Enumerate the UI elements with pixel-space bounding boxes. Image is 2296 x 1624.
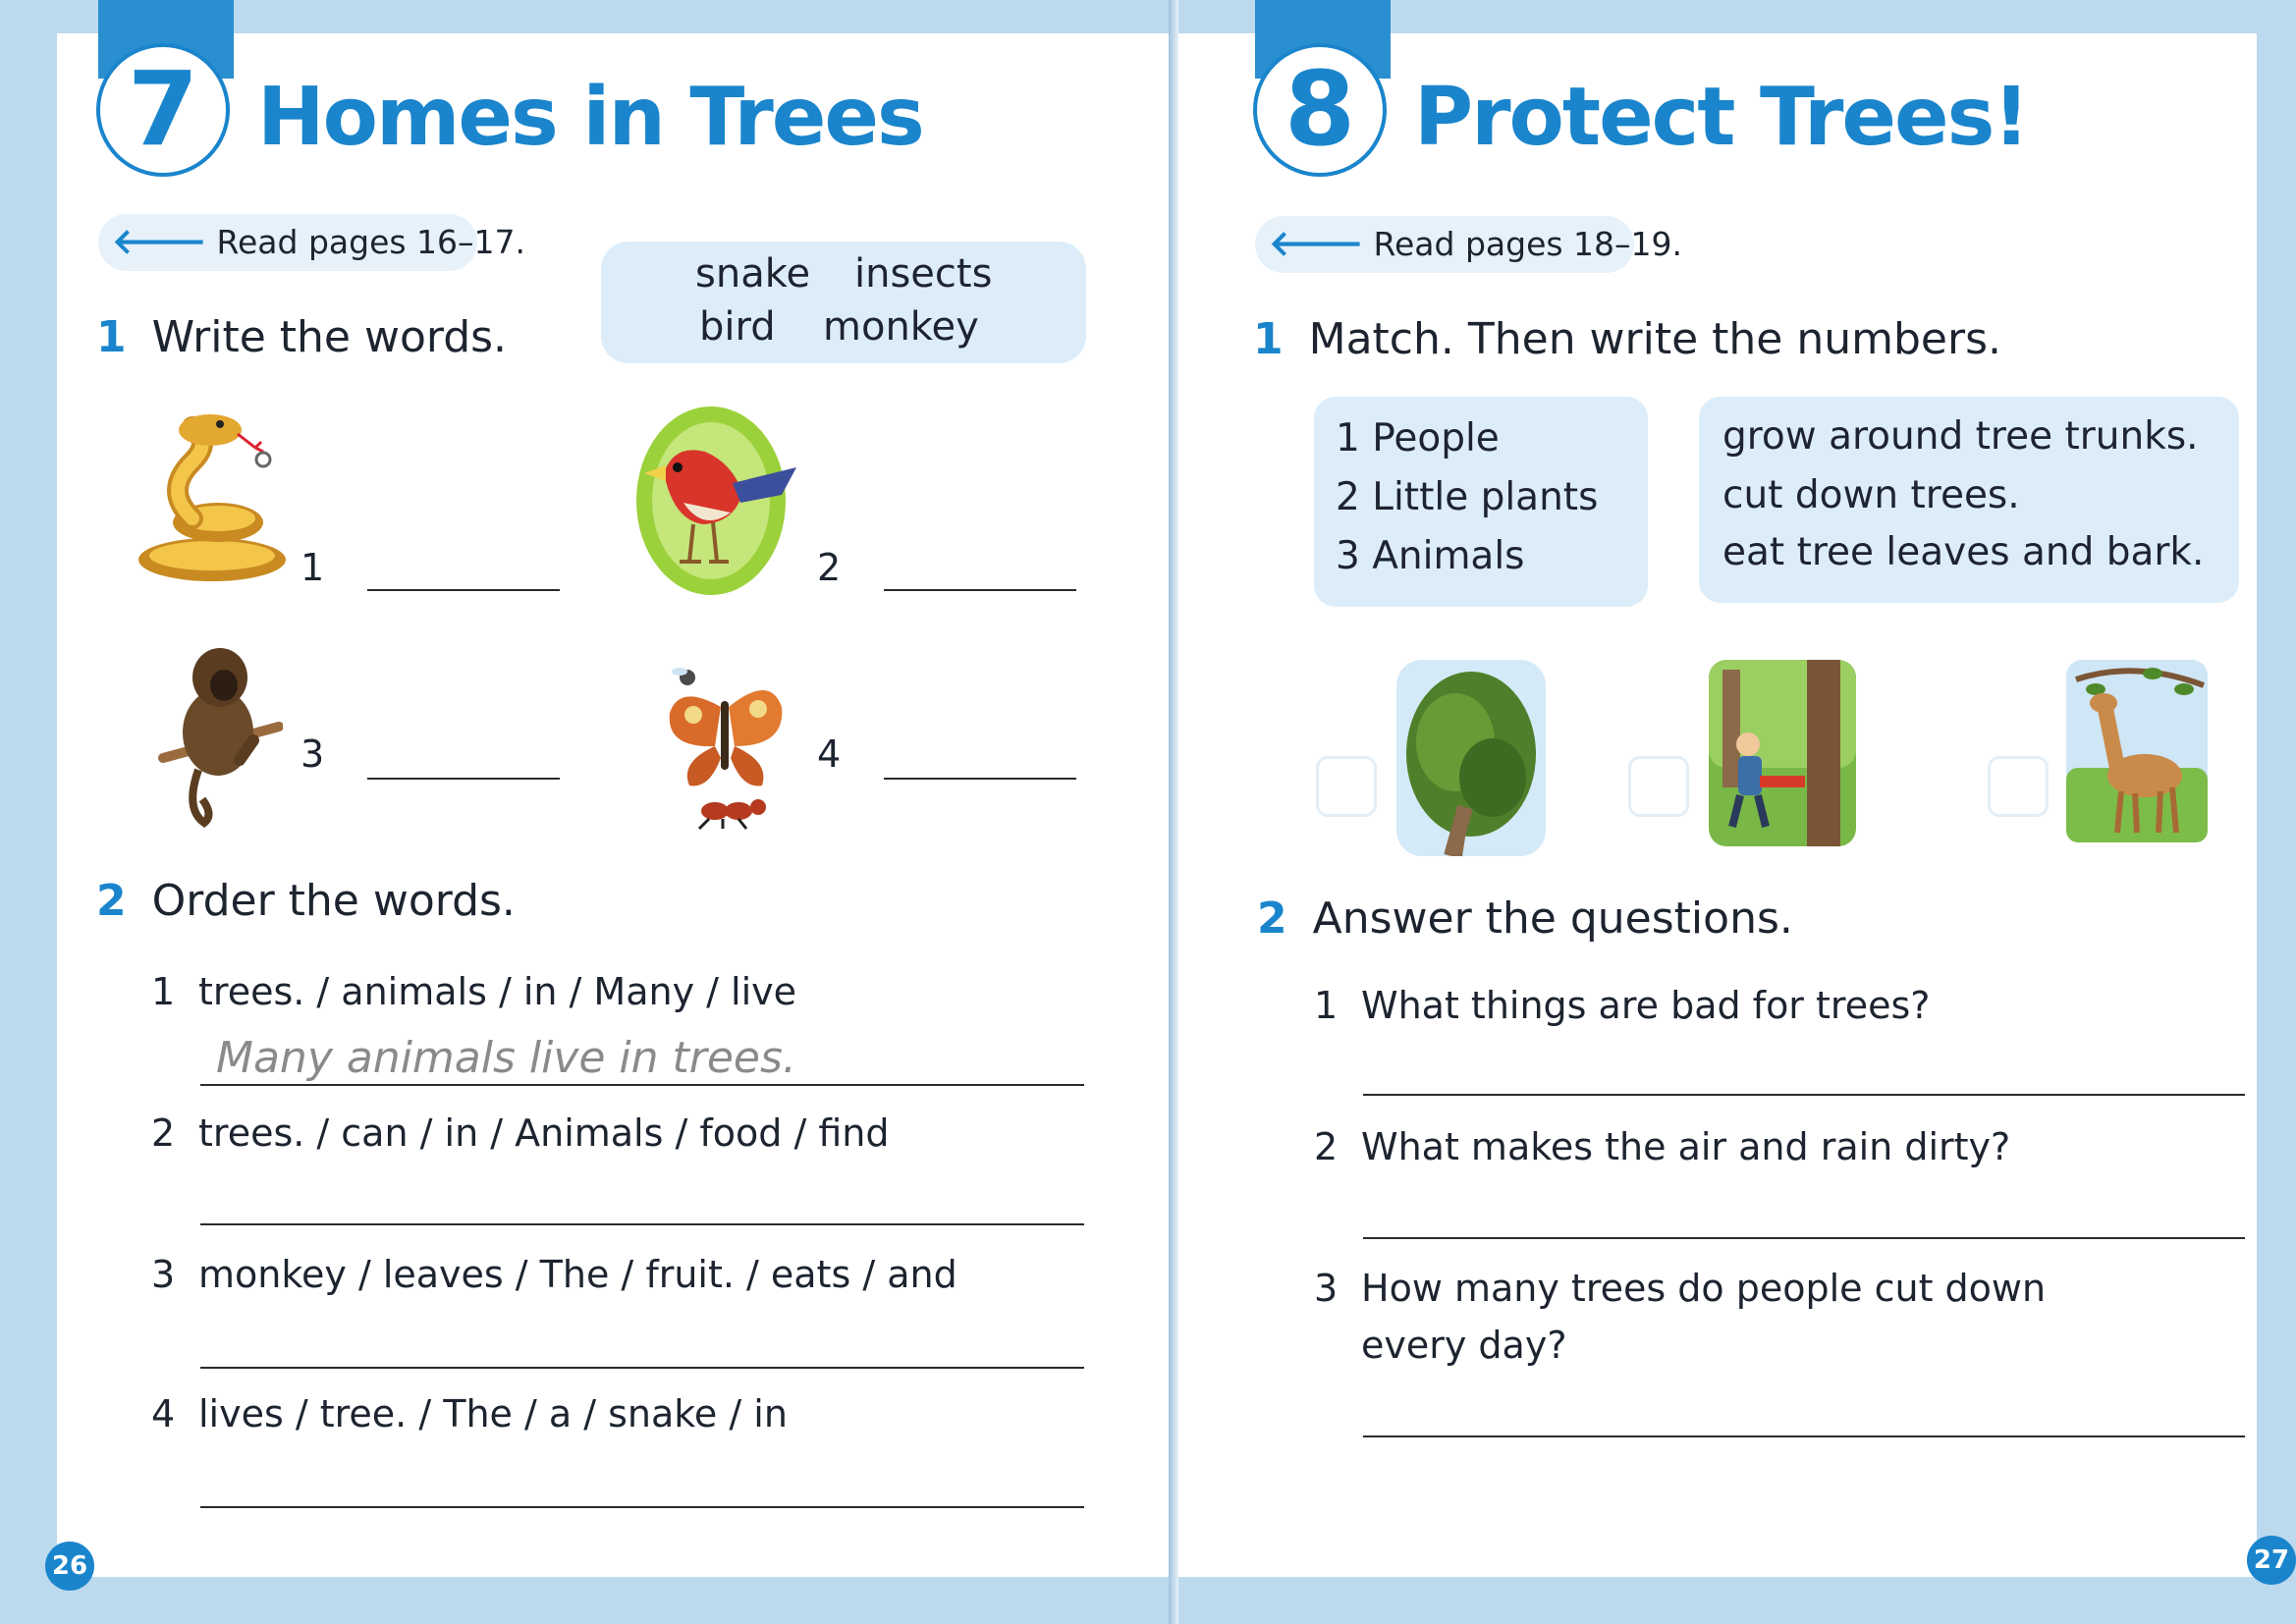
order-item: 1 trees. / animals / in / Many / live [151, 970, 797, 1013]
unit-number: 8 [1284, 49, 1356, 169]
answer-line[interactable] [367, 778, 560, 780]
exercise-2-heading: 2 Answer the questions. [1257, 893, 1793, 944]
question-item: 1 What things are bad for trees? [1314, 984, 1931, 1027]
deer-icon [2066, 660, 2208, 842]
question-item-continued: every day? [1361, 1324, 1567, 1367]
page-number: 27 [2247, 1536, 2296, 1585]
word-bank: snake insects bird monkey [601, 242, 1086, 363]
exercise-number: 1 [1253, 314, 1284, 364]
exercise-instruction: Answer the questions. [1312, 893, 1793, 944]
answer-line[interactable] [1363, 1237, 2245, 1239]
answer-line[interactable] [367, 589, 560, 591]
unit-title: Homes in Trees [257, 71, 925, 164]
workbook-spread: 7 Homes in Trees 🡐 Read pages 16–17. snak… [0, 0, 2296, 1624]
unit-title: Protect Trees! [1414, 71, 2030, 164]
exercise-instruction: Match. Then write the numbers. [1308, 314, 2001, 364]
word-bank-word: monkey [823, 304, 979, 350]
exercise-number: 2 [96, 876, 127, 926]
answer-line[interactable] [1363, 1435, 2245, 1437]
page-right: 8 Protect Trees! 🡐 Read pages 18–19. 1 Mat… [1178, 0, 2296, 1624]
answer-line[interactable] [1363, 1094, 2245, 1096]
picture-label: 2 [817, 546, 842, 589]
read-pages-pill: 🡐 Read pages 16–17. [98, 214, 525, 271]
snake-icon [138, 414, 286, 581]
arrow-left-icon: 🡐 [1269, 224, 1364, 264]
page-left: 7 Homes in Trees 🡐 Read pages 16–17. snak… [0, 0, 1174, 1624]
match-predicate: eat tree leaves and bark. [1722, 530, 2205, 574]
number-box[interactable] [1628, 756, 1689, 817]
exercise-number: 1 [96, 312, 127, 362]
order-item: 2 trees. / can / in / Animals / food / fi… [151, 1111, 890, 1155]
insects-icon [669, 668, 783, 831]
unit-number: 7 [127, 49, 199, 169]
unit-number-badge: 8 [1253, 43, 1387, 177]
word-bank-word: snake [695, 251, 811, 297]
picture-label: 4 [817, 732, 842, 776]
answer-line[interactable] [200, 1084, 1084, 1086]
answer-line[interactable] [884, 589, 1076, 591]
question-item: 3 How many trees do people cut down [1314, 1267, 2047, 1310]
arrow-left-icon: 🡐 [112, 222, 207, 262]
picture-label: 3 [301, 732, 325, 776]
order-item: 4 lives / tree. / The / a / snake / in [151, 1392, 788, 1435]
monkey-icon [158, 648, 283, 828]
match-subject: 2 Little plants [1336, 475, 1599, 519]
exercise-number: 2 [1257, 893, 1287, 944]
word-bank-word: insects [854, 251, 993, 297]
picture-label: 1 [301, 546, 325, 589]
unit-number-badge: 7 [96, 43, 230, 177]
match-predicate: cut down trees. [1722, 473, 2020, 517]
bird-icon [636, 406, 796, 595]
exercise-instruction: Order the words. [151, 876, 516, 926]
page-number: 26 [45, 1542, 94, 1591]
lumberjack-icon [1709, 660, 1856, 846]
match-subject: 1 People [1336, 416, 1500, 460]
answer-line[interactable] [200, 1506, 1084, 1508]
vine-tree-icon [1396, 660, 1546, 856]
answer-line[interactable] [200, 1223, 1084, 1225]
exercise-1-heading: 1 Write the words. [96, 312, 507, 362]
order-item: 3 monkey / leaves / The / fruit. / eats /… [151, 1253, 957, 1296]
exercise-1-heading: 1 Match. Then write the numbers. [1253, 314, 2001, 364]
match-predicates-box: grow around tree trunks. cut down trees.… [1699, 397, 2239, 603]
number-box[interactable] [1988, 756, 2049, 817]
match-subjects-box: 1 People 2 Little plants 3 Animals [1314, 397, 1648, 607]
example-answer: Many animals live in trees. [216, 1033, 796, 1083]
match-predicate: grow around tree trunks. [1722, 414, 2199, 459]
answer-line[interactable] [200, 1367, 1084, 1369]
number-box[interactable] [1316, 756, 1377, 817]
read-pages-pill: 🡐 Read pages 18–19. [1255, 216, 1682, 273]
match-subject: 3 Animals [1336, 534, 1525, 578]
read-pages-text: Read pages 16–17. [216, 223, 526, 261]
answer-line[interactable] [884, 778, 1076, 780]
question-item: 2 What makes the air and rain dirty? [1314, 1125, 2011, 1168]
exercise-instruction: Write the words. [151, 312, 508, 362]
exercise-2-heading: 2 Order the words. [96, 876, 516, 926]
word-bank-word: bird [699, 304, 776, 350]
read-pages-text: Read pages 18–19. [1373, 225, 1683, 263]
